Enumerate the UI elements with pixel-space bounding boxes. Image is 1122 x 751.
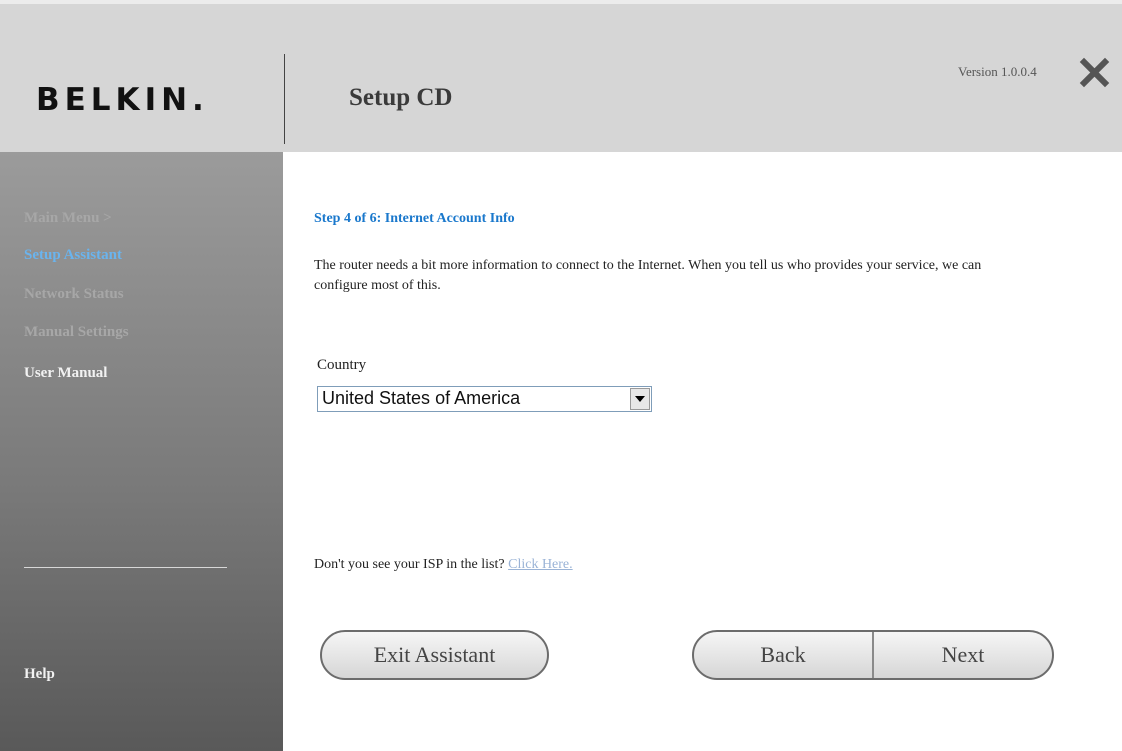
sidebar-divider <box>24 567 227 568</box>
sidebar-item-help[interactable]: Help <box>24 666 55 683</box>
sidebar-item-main-menu[interactable]: Main Menu > <box>24 210 112 227</box>
header: BELKIN. Setup CD Version 1.0.0.4 <box>0 0 1122 152</box>
step-title: Step 4 of 6: Internet Account Info <box>314 211 515 226</box>
version-label: Version 1.0.0.4 <box>958 64 1037 79</box>
sidebar-item-network-status[interactable]: Network Status <box>24 286 124 303</box>
close-icon[interactable] <box>1078 56 1111 89</box>
country-label: Country <box>317 357 367 373</box>
isp-question: Don't you see your ISP in the list? Clic… <box>314 557 573 573</box>
sidebar-item-manual-settings[interactable]: Manual Settings <box>24 324 129 341</box>
page-title: Setup CD <box>349 84 453 111</box>
dropdown-arrow-icon[interactable] <box>630 388 650 410</box>
sidebar-item-setup-assistant[interactable]: Setup Assistant <box>24 247 122 264</box>
sidebar-item-user-manual[interactable]: User Manual <box>24 365 107 382</box>
main-content: Step 4 of 6: Internet Account Info The r… <box>283 152 1122 751</box>
header-divider <box>284 54 285 144</box>
country-select[interactable]: United States of America <box>317 386 652 412</box>
sidebar: Main Menu > Setup Assistant Network Stat… <box>0 152 283 751</box>
exit-assistant-button[interactable]: Exit Assistant <box>320 630 549 680</box>
step-description: The router needs a bit more information … <box>314 258 982 293</box>
click-here-link[interactable]: Click Here. <box>508 557 573 572</box>
back-button[interactable]: Back <box>694 632 872 678</box>
next-button[interactable]: Next <box>874 632 1052 678</box>
navigation-button-group: Back Next <box>692 630 1054 680</box>
country-select-value: United States of America <box>322 388 521 408</box>
isp-question-text: Don't you see your ISP in the list? <box>314 557 505 572</box>
belkin-logo: BELKIN. <box>36 82 209 118</box>
